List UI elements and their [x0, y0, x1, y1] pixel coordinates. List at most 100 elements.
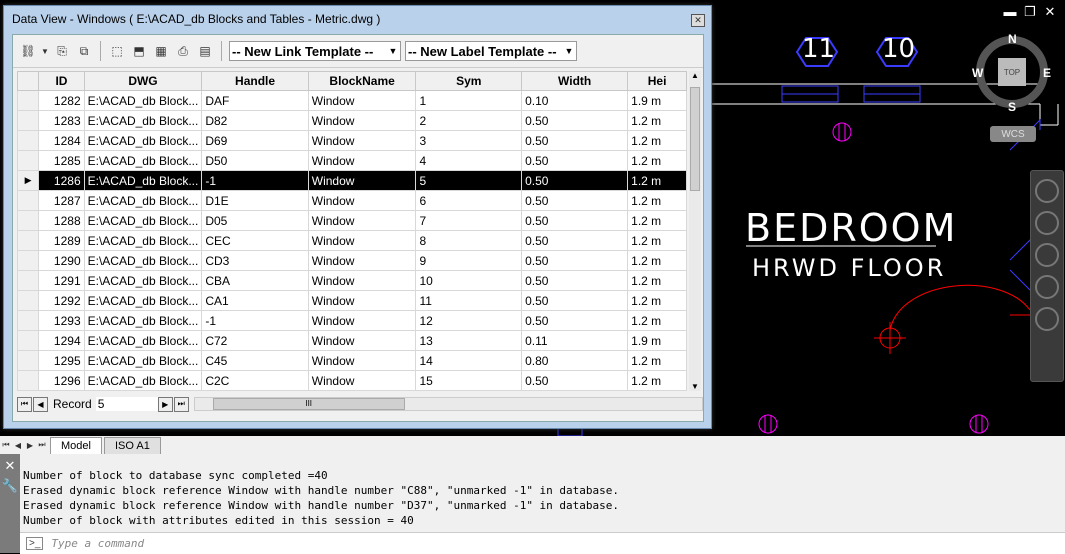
cell-sym[interactable]: 9: [415, 250, 523, 271]
restore-icon[interactable]: ❐: [1023, 4, 1037, 20]
row-selector[interactable]: [17, 90, 40, 111]
link-dropdown-arrow-icon[interactable]: ▼: [41, 42, 49, 60]
label-template-dropdown[interactable]: -- New Label Template -- ▼: [405, 41, 577, 61]
cell-handle[interactable]: -1: [201, 310, 309, 331]
cell-height[interactable]: 1.2 m: [627, 130, 687, 151]
data-view-close-icon[interactable]: ✕: [691, 14, 705, 27]
customize-wrench-icon[interactable]: 🔧: [0, 478, 20, 494]
cell-dwg[interactable]: E:\ACAD_db Block...: [83, 190, 203, 211]
cell-handle[interactable]: CBA: [201, 270, 309, 291]
row-selector[interactable]: [17, 330, 40, 351]
cell-blockname[interactable]: Window: [307, 330, 417, 351]
cell-width[interactable]: 0.50: [521, 170, 629, 191]
cell-blockname[interactable]: Window: [307, 110, 417, 131]
cell-sym[interactable]: 3: [415, 130, 523, 151]
find-records-icon[interactable]: ⎘: [53, 42, 71, 60]
cell-width[interactable]: 0.50: [521, 370, 629, 391]
cell-id[interactable]: 1294: [38, 330, 85, 351]
cell-sym[interactable]: 12: [415, 310, 523, 331]
cell-width[interactable]: 0.50: [521, 190, 629, 211]
column-header-id[interactable]: ID: [38, 71, 85, 91]
row-selector[interactable]: [17, 130, 40, 151]
table-row[interactable]: 1282 E:\ACAD_db Block... DAF Window 1 0.10 1.9…: [17, 90, 687, 111]
horizontal-scrollbar[interactable]: III: [193, 397, 703, 411]
row-selector[interactable]: [17, 210, 40, 231]
cell-blockname[interactable]: Window: [307, 230, 417, 251]
cell-sym[interactable]: 14: [415, 350, 523, 371]
scroll-up-icon[interactable]: ▲: [689, 71, 701, 80]
table-row[interactable]: 1285 E:\ACAD_db Block... D50 Window 4 0.50 1.2…: [17, 150, 687, 171]
cell-width[interactable]: 0.11: [521, 330, 629, 351]
cell-height[interactable]: 1.2 m: [627, 390, 687, 391]
cell-handle[interactable]: D1E: [201, 190, 309, 211]
cell-height[interactable]: 1.2 m: [627, 150, 687, 171]
cell-handle[interactable]: D69: [201, 130, 309, 151]
cell-blockname[interactable]: Window: [307, 90, 417, 111]
cell-blockname[interactable]: Window: [307, 170, 417, 191]
cell-height[interactable]: 1.2 m: [627, 210, 687, 231]
cell-id[interactable]: 1288: [38, 210, 85, 231]
table-row[interactable]: 1288 E:\ACAD_db Block... D05 Window 7 0.50 1.2…: [17, 210, 687, 231]
table-row[interactable]: 1293 E:\ACAD_db Block... -1 Window 12 0.50 1.2…: [17, 310, 687, 331]
cell-handle[interactable]: C2C: [201, 370, 309, 391]
cell-height[interactable]: 1.2 m: [627, 170, 687, 191]
cell-height[interactable]: 1.2 m: [627, 310, 687, 331]
data-grid[interactable]: ID DWG Handle BlockName Sym Width Hei 12…: [17, 71, 687, 391]
print-icon[interactable]: ⎙: [174, 42, 192, 60]
cell-blockname[interactable]: Window: [307, 290, 417, 311]
last-tab-icon[interactable]: ⏭: [36, 439, 48, 451]
row-selector-header[interactable]: [17, 71, 40, 91]
cell-sym[interactable]: 5: [415, 170, 523, 191]
cell-height[interactable]: 1.2 m: [627, 350, 687, 371]
first-tab-icon[interactable]: ⏮: [0, 439, 12, 451]
cell-width[interactable]: 0.50: [521, 130, 629, 151]
data-view-window[interactable]: Data View - Windows ( E:\ACAD_db Blocks …: [3, 5, 712, 429]
cell-handle[interactable]: CA1: [201, 290, 309, 311]
minimize-icon[interactable]: ▬: [1003, 4, 1017, 20]
cell-height[interactable]: 1.2 m: [627, 230, 687, 251]
cell-sym[interactable]: 11: [415, 290, 523, 311]
cell-dwg[interactable]: E:\ACAD_db Block...: [83, 170, 203, 191]
select-objects-icon[interactable]: ⬚: [108, 42, 126, 60]
table-row[interactable]: 1297E:\ACAD_db Block...C13Window160.501.…: [17, 390, 687, 391]
cell-sym[interactable]: 2: [415, 110, 523, 131]
cell-id[interactable]: 1297: [38, 390, 85, 391]
cell-dwg[interactable]: E:\ACAD_db Block...: [83, 350, 203, 371]
row-selector[interactable]: [17, 110, 40, 131]
cell-sym[interactable]: 4: [415, 150, 523, 171]
cell-height[interactable]: 1.9 m: [627, 90, 687, 111]
scroll-down-icon[interactable]: ▼: [689, 382, 701, 391]
tab-iso-a1[interactable]: ISO A1: [103, 436, 161, 454]
row-selector[interactable]: [17, 310, 40, 331]
compass-north[interactable]: N: [1008, 32, 1017, 46]
table-row[interactable]: 1290 E:\ACAD_db Block... CD3 Window 9 0.50 1.2…: [17, 250, 687, 271]
cell-sym[interactable]: 10: [415, 270, 523, 291]
cell-sym[interactable]: 15: [415, 370, 523, 391]
table-row[interactable]: 1284 E:\ACAD_db Block... D69 Window 3 0.50 1.2…: [17, 130, 687, 151]
row-selector[interactable]: [17, 190, 40, 211]
table-row[interactable]: 1295 E:\ACAD_db Block... C45 Window 14 0.80 1.…: [17, 350, 687, 371]
row-selector[interactable]: [17, 390, 40, 391]
column-header-handle[interactable]: Handle: [201, 71, 309, 91]
row-selector[interactable]: [17, 370, 40, 391]
cell-blockname[interactable]: Window: [307, 310, 417, 331]
column-header-sym[interactable]: Sym: [415, 71, 523, 91]
cell-width[interactable]: 0.50: [521, 270, 629, 291]
cell-id[interactable]: 1287: [38, 190, 85, 211]
cell-handle[interactable]: D50: [201, 150, 309, 171]
showmotion-icon[interactable]: [1035, 307, 1059, 331]
table-row[interactable]: ▶ 1286 E:\ACAD_db Block... -1 Window 5 0.50 1.2…: [17, 170, 687, 191]
cell-handle[interactable]: DAF: [201, 90, 309, 111]
table-row[interactable]: 1289 E:\ACAD_db Block... CEC Window 8 0.50 1.2…: [17, 230, 687, 251]
cell-sym[interactable]: 16: [415, 390, 523, 391]
cell-dwg[interactable]: E:\ACAD_db Block...: [83, 90, 203, 111]
cell-dwg[interactable]: E:\ACAD_db Block...: [83, 370, 203, 391]
cell-handle[interactable]: C72: [201, 330, 309, 351]
cell-width[interactable]: 0.50: [521, 290, 629, 311]
compass-east[interactable]: E: [1043, 66, 1051, 80]
cell-height[interactable]: 1.2 m: [627, 270, 687, 291]
cell-sym[interactable]: 1: [415, 90, 523, 111]
command-prompt-icon[interactable]: >_: [26, 537, 44, 550]
cell-id[interactable]: 1293: [38, 310, 85, 331]
table-row[interactable]: 1291 E:\ACAD_db Block... CBA Window 10 0.50 1.…: [17, 270, 687, 291]
